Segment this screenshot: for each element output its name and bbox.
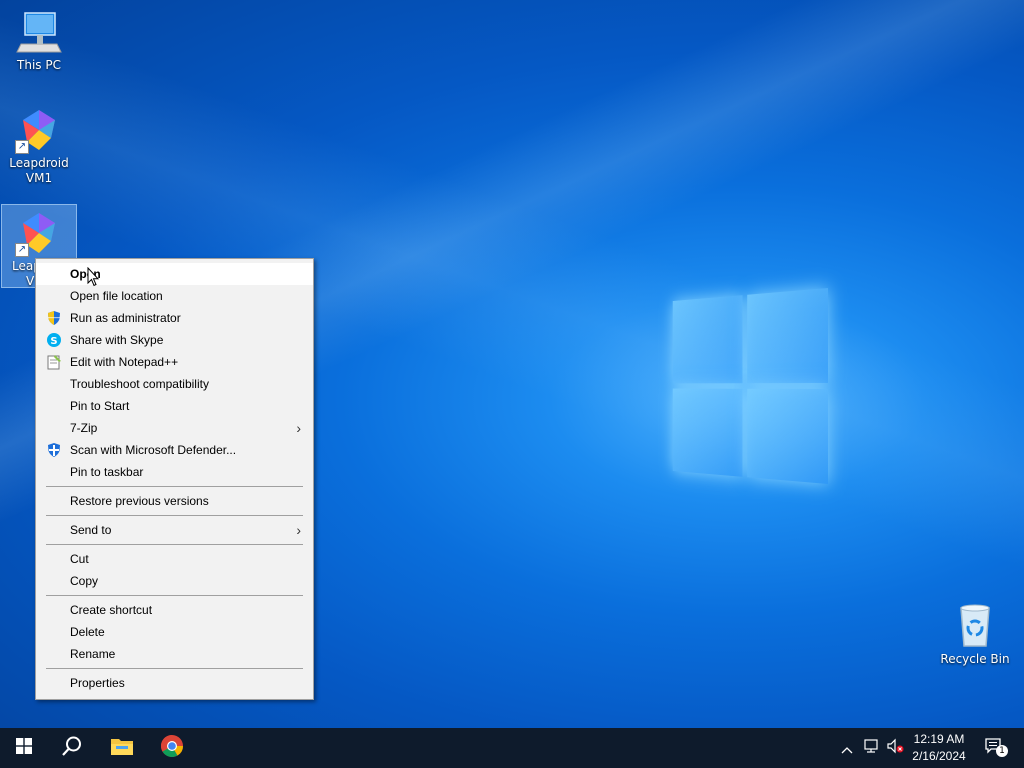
clock[interactable]: 12:19 AM 2/16/2024: [904, 731, 974, 765]
menu-item-cut[interactable]: Cut: [36, 548, 313, 570]
menu-item-edit-with-notepad-plus-plus[interactable]: Edit with Notepad++: [36, 351, 313, 373]
menu-item-properties[interactable]: Properties: [36, 672, 313, 694]
shortcut-arrow-icon: ↗: [15, 140, 29, 154]
menu-item-scan-with-defender[interactable]: Scan with Microsoft Defender...: [36, 439, 313, 461]
taskbar: 12:19 AM 2/16/2024 1: [0, 728, 1024, 768]
menu-item-run-as-administrator[interactable]: Run as administrator: [36, 307, 313, 329]
chrome-button[interactable]: [148, 728, 196, 768]
clock-time: 12:19 AM: [913, 732, 965, 746]
menu-item-label: Edit with Notepad++: [70, 355, 179, 369]
desktop-icon-leapdroid-vm1[interactable]: ↗ Leapdroid VM1: [1, 106, 77, 186]
menu-item-7-zip[interactable]: 7-Zip ›: [36, 417, 313, 439]
show-hidden-icons-button[interactable]: [838, 728, 856, 768]
menu-item-pin-to-taskbar[interactable]: Pin to taskbar: [36, 461, 313, 483]
menu-item-label: 7-Zip: [70, 421, 98, 435]
menu-item-rename[interactable]: Rename: [36, 643, 313, 665]
context-menu: Open Open file location Run as administr…: [35, 258, 314, 700]
menu-item-share-with-skype[interactable]: S Share with Skype: [36, 329, 313, 351]
network-button[interactable]: [860, 728, 882, 768]
svg-text:S: S: [50, 336, 57, 347]
chevron-right-icon: ›: [296, 420, 301, 436]
start-icon: [16, 738, 32, 758]
menu-item-create-shortcut[interactable]: Create shortcut: [36, 599, 313, 621]
leapdroid-icon: ↗: [15, 209, 63, 257]
menu-item-label: Cut: [70, 552, 89, 566]
menu-item-label: Rename: [70, 647, 116, 661]
notification-count-badge: 1: [996, 745, 1008, 757]
recycle-bin-icon: [951, 602, 999, 650]
menu-item-label: Pin to taskbar: [70, 465, 144, 479]
menu-separator: [46, 486, 303, 487]
this-pc-icon: [15, 8, 63, 56]
shield-icon: [46, 310, 62, 326]
search-icon: [61, 735, 83, 761]
menu-item-label: Delete: [70, 625, 105, 639]
search-button[interactable]: [48, 728, 96, 768]
chevron-up-icon: [841, 739, 853, 758]
menu-item-label: Properties: [70, 676, 125, 690]
clock-date: 2/16/2024: [912, 749, 966, 763]
menu-item-label: Create shortcut: [70, 603, 153, 617]
menu-item-label: Open file location: [70, 289, 163, 303]
menu-separator: [46, 515, 303, 516]
windows-logo-wallpaper: [672, 288, 828, 484]
menu-item-troubleshoot-compatibility[interactable]: Troubleshoot compatibility: [36, 373, 313, 395]
menu-item-label: Pin to Start: [70, 399, 130, 413]
desktop-icon-this-pc[interactable]: This PC: [1, 8, 77, 73]
desktop-icon-label: VM1: [25, 171, 53, 185]
menu-item-label: Copy: [70, 574, 99, 588]
menu-separator: [46, 595, 303, 596]
menu-item-label: Restore previous versions: [70, 494, 209, 508]
menu-item-label: Scan with Microsoft Defender...: [70, 443, 237, 457]
desktop-icon-label: This PC: [17, 58, 61, 72]
notification-icon: 1: [984, 737, 1008, 759]
volume-muted-icon: [886, 738, 904, 758]
shortcut-arrow-icon: ↗: [15, 243, 29, 257]
notepad-plus-plus-icon: [46, 354, 62, 370]
desktop-icon-label: Recycle Bin: [940, 652, 1010, 666]
menu-item-delete[interactable]: Delete: [36, 621, 313, 643]
desktop-icon-label: Leapdroid: [9, 156, 69, 170]
mouse-cursor-icon: [87, 266, 100, 291]
menu-separator: [46, 544, 303, 545]
menu-item-label: Run as administrator: [70, 311, 181, 325]
leapdroid-icon: ↗: [15, 106, 63, 154]
menu-item-send-to[interactable]: Send to ›: [36, 519, 313, 541]
menu-item-label: Troubleshoot compatibility: [70, 377, 209, 391]
defender-icon: [46, 442, 62, 458]
menu-item-open-file-location[interactable]: Open file location: [36, 285, 313, 307]
menu-item-pin-to-start[interactable]: Pin to Start: [36, 395, 313, 417]
network-icon: [862, 738, 880, 758]
menu-item-open[interactable]: Open: [36, 263, 313, 285]
volume-button[interactable]: [884, 728, 906, 768]
desktop-icon-recycle-bin[interactable]: Recycle Bin: [936, 602, 1014, 667]
menu-item-restore-previous-versions[interactable]: Restore previous versions: [36, 490, 313, 512]
skype-icon: S: [46, 332, 62, 348]
file-explorer-button[interactable]: [98, 728, 146, 768]
chevron-right-icon: ›: [296, 522, 301, 538]
action-center-button[interactable]: 1: [978, 728, 1010, 768]
menu-item-label: Share with Skype: [70, 333, 164, 347]
menu-separator: [46, 668, 303, 669]
file-explorer-icon: [110, 736, 134, 760]
menu-item-copy[interactable]: Copy: [36, 570, 313, 592]
menu-item-label: Send to: [70, 523, 112, 537]
start-button[interactable]: [0, 728, 48, 768]
chrome-icon: [160, 734, 184, 762]
